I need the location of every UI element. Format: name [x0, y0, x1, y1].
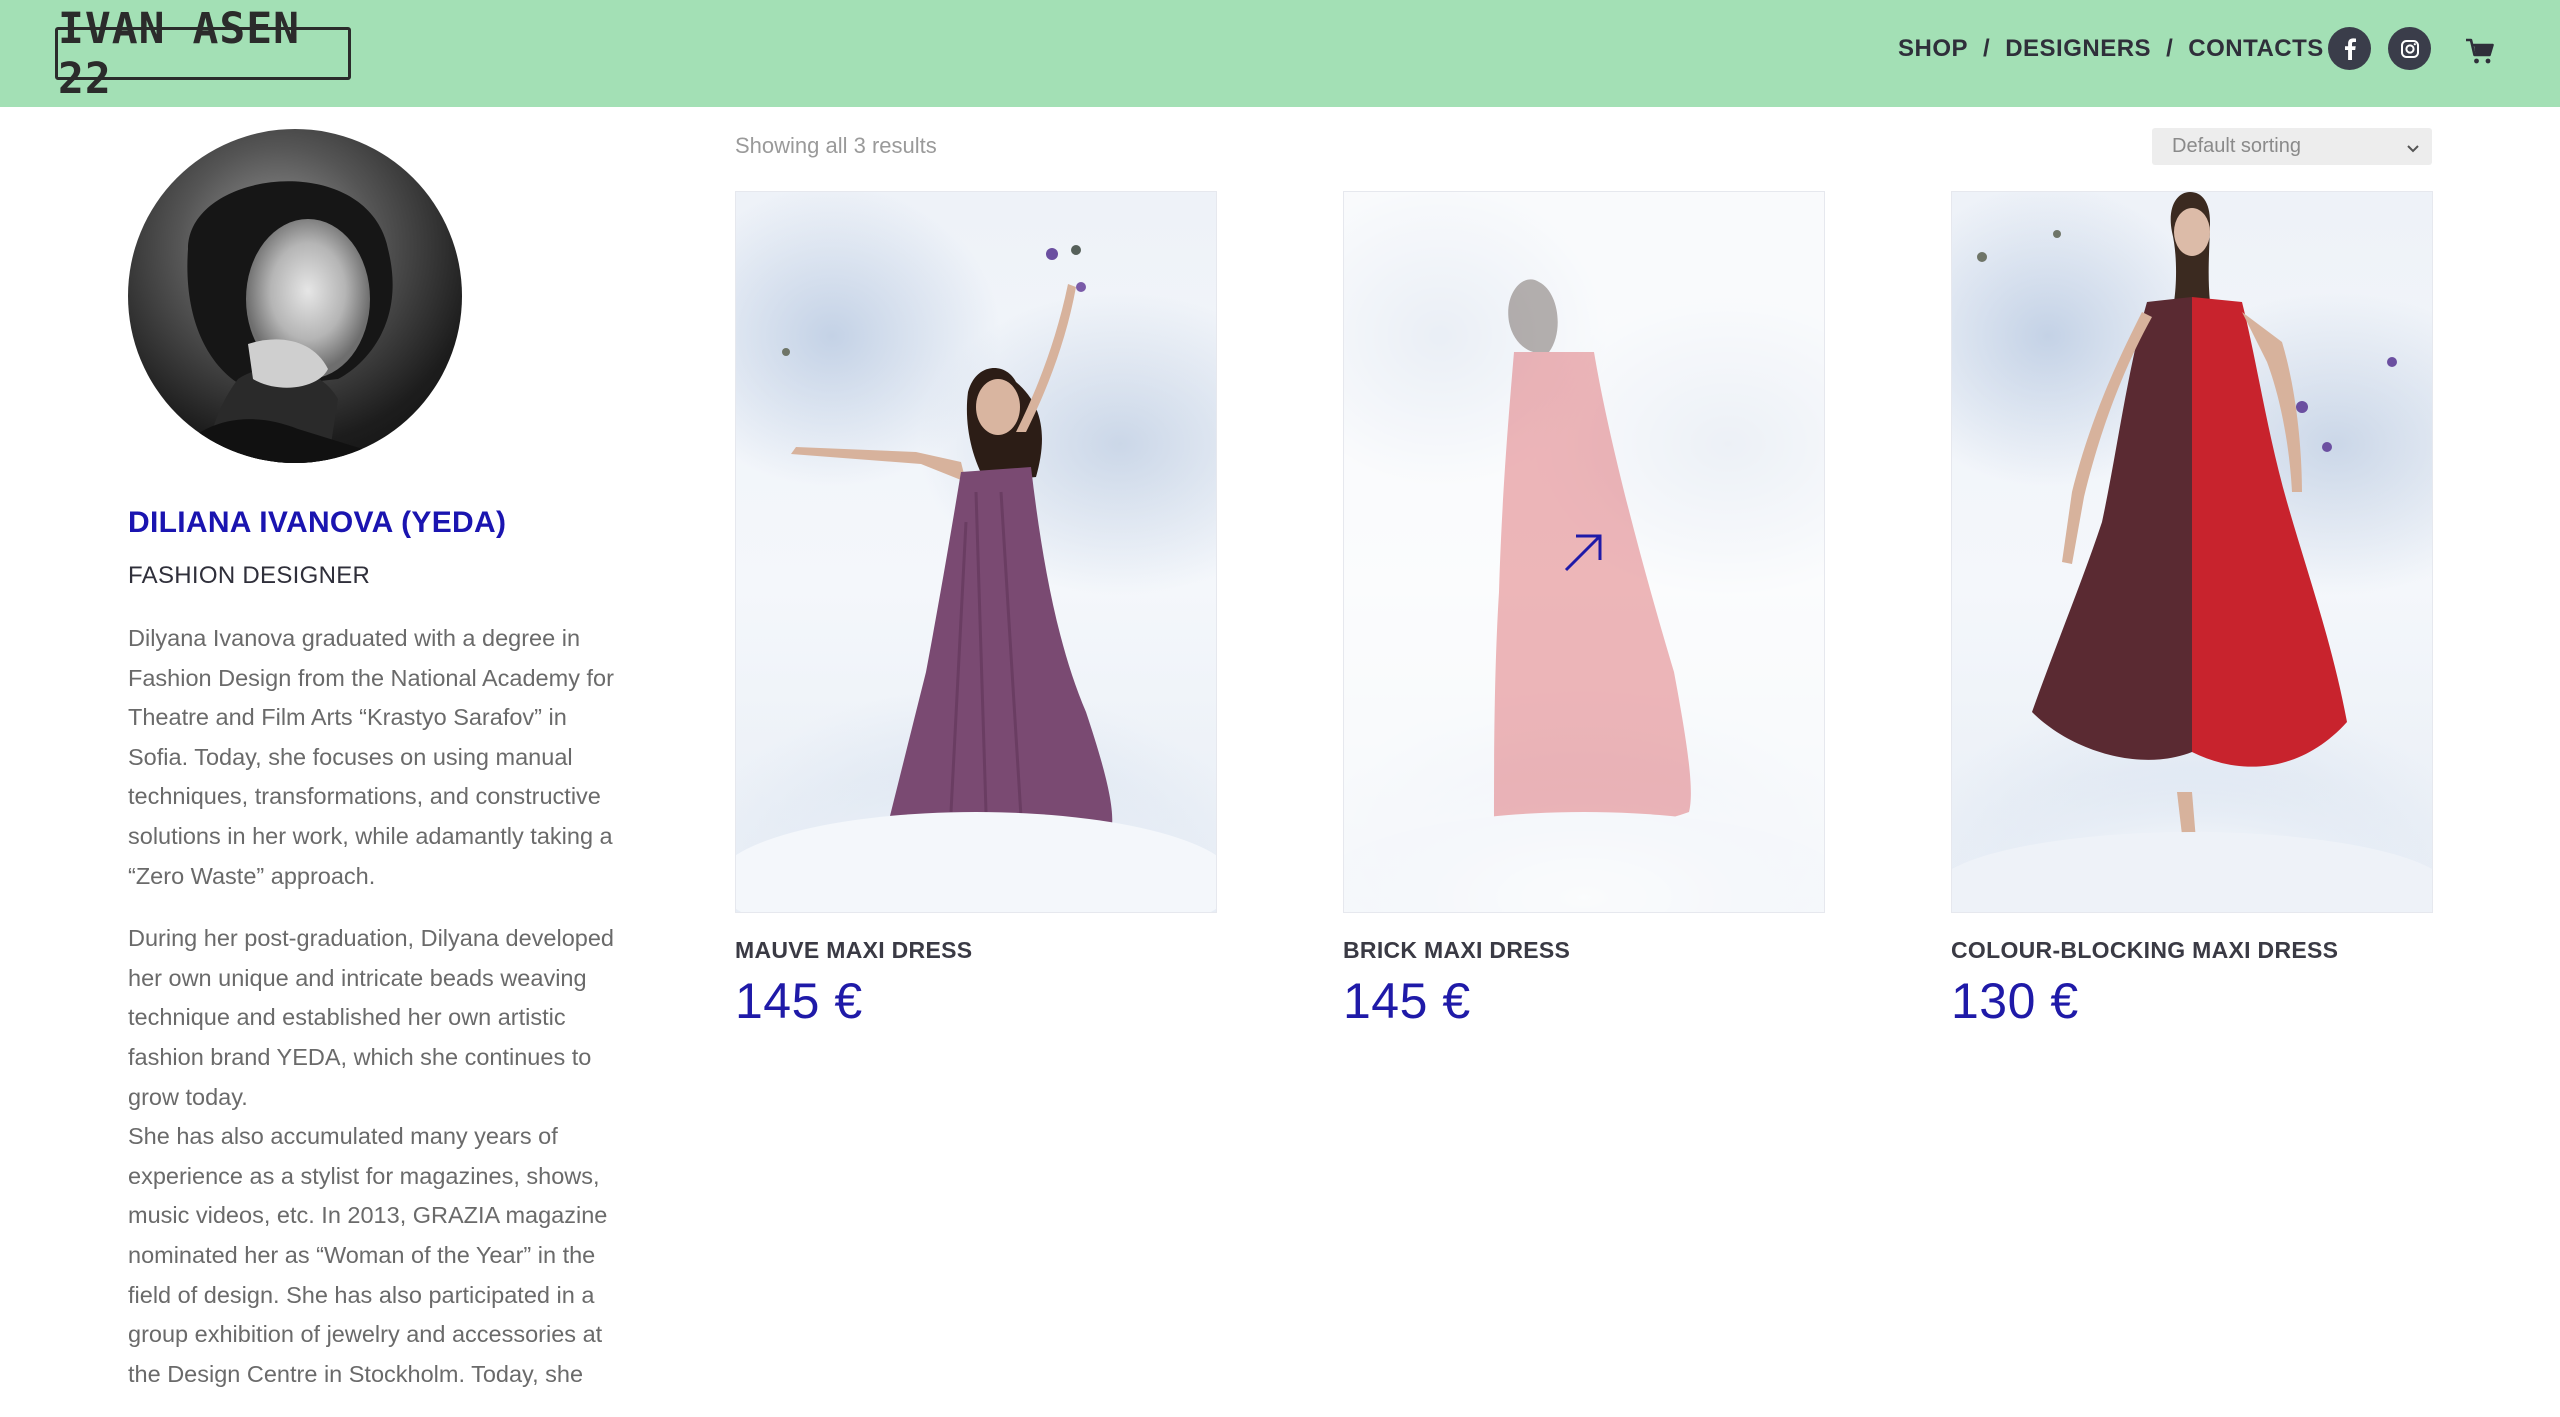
facebook-icon[interactable]	[2328, 27, 2371, 70]
product-title[interactable]: MAUVE MAXI DRESS	[735, 937, 1217, 964]
cart-icon[interactable]	[2465, 38, 2495, 66]
sorting-select[interactable]: Default sorting	[2152, 128, 2432, 165]
product-price: 145 €	[735, 973, 863, 1029]
product-card[interactable]: BRICK MAXI DRESS 145 €	[1343, 191, 1825, 1030]
bio-paragraph: Dilyana Ivanova graduated with a degree …	[128, 625, 614, 889]
product-title[interactable]: COLOUR-BLOCKING MAXI DRESS	[1951, 937, 2433, 964]
nav-contacts[interactable]: CONTACTS	[2188, 35, 2324, 63]
product-title[interactable]: BRICK MAXI DRESS	[1343, 937, 1825, 964]
bio-paragraph: She has also accumulated many years of e…	[128, 1123, 608, 1387]
designer-name: DILIANA IVANOVA (YEDA)	[128, 506, 507, 539]
product-card[interactable]: MAUVE MAXI DRESS 145 €	[735, 191, 1217, 1030]
nav-separator: /	[2166, 35, 2174, 62]
designer-bio: Dilyana Ivanova graduated with a degree …	[128, 619, 618, 1417]
product-price: 145 €	[1343, 973, 1471, 1029]
nav-separator: /	[1983, 35, 1991, 62]
main-nav: SHOP / DESIGNERS / CONTACTS	[1898, 35, 2324, 63]
designer-role: FASHION DESIGNER	[128, 562, 371, 589]
product-card[interactable]: COLOUR-BLOCKING MAXI DRESS 130 €	[1951, 191, 2433, 1030]
nav-shop[interactable]: SHOP	[1898, 35, 1968, 63]
designer-avatar	[128, 129, 462, 463]
arrow-up-right-icon	[1564, 534, 1602, 572]
nav-designers[interactable]: DESIGNERS	[2005, 35, 2151, 63]
site-logo[interactable]: IVAN ASEN 22	[55, 4, 351, 104]
site-header: IVAN ASEN 22 SHOP / DESIGNERS / CONTACTS	[0, 0, 2560, 107]
product-price: 130 €	[1951, 973, 2079, 1029]
instagram-icon[interactable]	[2388, 27, 2431, 70]
chevron-down-icon	[2406, 137, 2420, 160]
bio-paragraph: During her post-graduation, Dilyana deve…	[128, 925, 614, 1110]
product-image[interactable]	[1951, 191, 2433, 913]
product-image[interactable]	[1343, 191, 1825, 913]
results-count: Showing all 3 results	[735, 133, 937, 158]
product-image[interactable]	[735, 191, 1217, 913]
sorting-selected-label: Default sorting	[2172, 135, 2301, 157]
